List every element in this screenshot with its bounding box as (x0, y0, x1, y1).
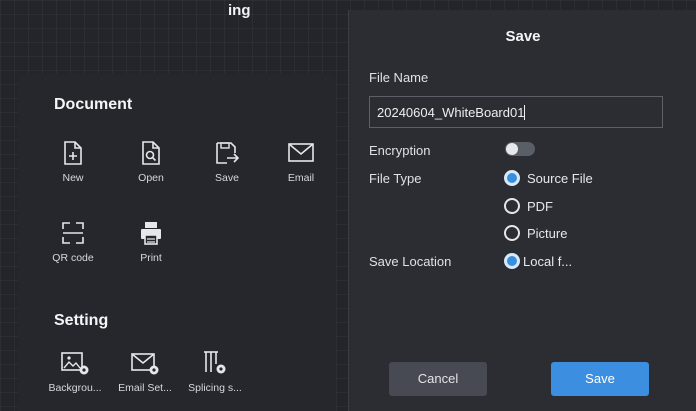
radio-source-file[interactable] (504, 170, 520, 186)
window-title: ing (228, 2, 251, 19)
splicing-settings-icon (204, 351, 226, 374)
background-settings-label: Backgrou... (48, 382, 102, 394)
email-button[interactable]: Email (266, 140, 336, 184)
print-label: Print (140, 252, 162, 264)
radio-picture[interactable] (504, 225, 520, 241)
qr-code-label: QR code (52, 252, 94, 264)
new-label: New (62, 172, 84, 184)
save-button[interactable]: Save (551, 362, 649, 396)
background-settings-button[interactable]: Backgrou... (40, 350, 110, 394)
save-location-label: Save Location (369, 254, 452, 269)
email-label: Email (287, 172, 315, 184)
file-type-label: File Type (369, 171, 422, 186)
pdf-label[interactable]: PDF (527, 199, 553, 214)
open-file-icon (142, 141, 160, 165)
open-label: Open (138, 172, 164, 184)
document-section-title: Document (54, 96, 133, 113)
save-file-icon (216, 142, 240, 164)
email-icon (288, 143, 314, 162)
document-panel: Document New Open Save Email QR code Pri… (18, 74, 336, 411)
save-dialog: Save File Name 20240604_WhiteBoard01 Enc… (348, 10, 696, 411)
text-caret (524, 105, 526, 120)
save-tool-button[interactable]: Save (192, 140, 262, 184)
new-file-icon (64, 141, 82, 165)
radio-pdf[interactable] (504, 198, 520, 214)
save-tool-label: Save (215, 172, 239, 184)
print-button[interactable]: Print (116, 220, 186, 264)
qr-code-button[interactable]: QR code (38, 220, 108, 264)
toggle-knob (506, 143, 518, 155)
email-settings-button[interactable]: Email Set... (110, 350, 180, 394)
print-icon (141, 222, 161, 245)
cancel-button[interactable]: Cancel (389, 362, 487, 396)
picture-label[interactable]: Picture (527, 226, 567, 241)
source-file-label[interactable]: Source File (527, 171, 593, 186)
email-settings-label: Email Set... (118, 382, 172, 394)
radio-local[interactable] (504, 253, 520, 269)
file-name-label: File Name (369, 70, 429, 85)
file-name-input[interactable]: 20240604_WhiteBoard01 (369, 96, 663, 128)
save-location-value[interactable]: Local f... (523, 254, 572, 269)
qr-code-icon (62, 222, 84, 244)
dialog-title: Save (505, 28, 541, 45)
setting-section-title: Setting (54, 312, 109, 329)
encryption-toggle[interactable] (505, 142, 535, 156)
open-button[interactable]: Open (116, 140, 186, 184)
splicing-settings-button[interactable]: Splicing s... (180, 350, 250, 394)
encryption-label: Encryption (369, 143, 431, 158)
splicing-settings-label: Splicing s... (188, 382, 242, 394)
email-settings-icon (131, 353, 159, 375)
background-settings-icon (61, 352, 89, 375)
new-button[interactable]: New (38, 140, 108, 184)
file-name-value: 20240604_WhiteBoard01 (377, 105, 525, 120)
